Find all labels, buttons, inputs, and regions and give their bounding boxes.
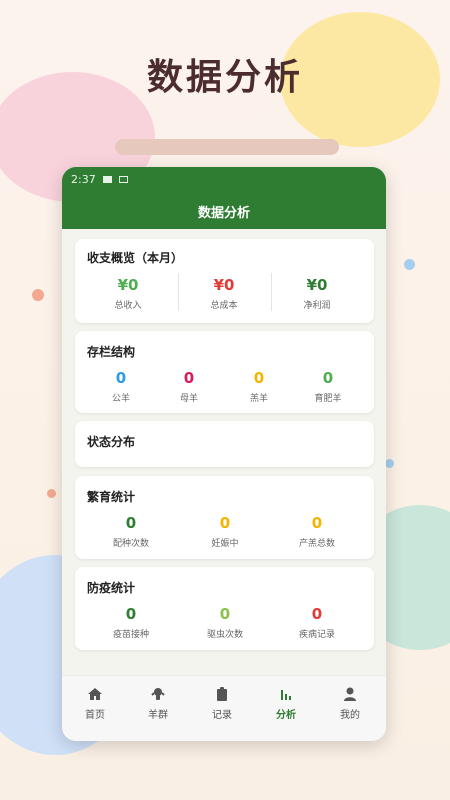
decor-dot — [385, 459, 394, 468]
status-card: 状态分布 — [75, 421, 374, 467]
status-title: 状态分布 — [87, 435, 136, 449]
tab-profile[interactable]: 我的 — [318, 686, 382, 721]
stat-value: 0 — [219, 514, 231, 532]
stat-label: 妊娠中 — [211, 539, 239, 549]
stat-value: ¥0 — [213, 276, 235, 294]
tab-records[interactable]: 记录 — [190, 686, 254, 721]
tab-analysis[interactable]: 分析 — [254, 686, 318, 721]
stat-label: 配种次数 — [112, 539, 149, 549]
stat-value: 0 — [219, 605, 231, 623]
chart-icon — [281, 690, 291, 700]
stat-value: 0 — [322, 369, 334, 387]
tab-label: 记录 — [212, 710, 232, 721]
home-icon — [88, 688, 102, 700]
tab-label: 首页 — [85, 710, 105, 721]
decor-dot — [47, 489, 56, 498]
clipboard-icon — [217, 687, 227, 701]
tab-label: 分析 — [276, 710, 296, 721]
app-bar: 2:37 数据分析 — [62, 167, 386, 229]
stat-value: ¥0 — [117, 276, 139, 294]
stat-label: 净利润 — [303, 301, 331, 311]
stat-value: 0 — [125, 605, 137, 623]
tab-label: 我的 — [340, 710, 360, 721]
phone-screen: 2:37 数据分析 收支概览（本月） ¥0 总收入 ¥0 总成本 ¥0 净利润 — [62, 167, 386, 741]
stat-total-income: ¥0 总收入 — [80, 276, 176, 311]
bottom-tab-bar: 首页 羊群 记录 分析 我的 — [62, 675, 386, 741]
stat-net-profit: ¥0 净利润 — [269, 276, 365, 311]
stock-title: 存栏结构 — [87, 345, 136, 359]
status-time: 2:37 — [71, 173, 96, 186]
app-title: 数据分析 — [197, 206, 250, 221]
stat-mating-count: 0 配种次数 — [83, 514, 179, 549]
stat-value: ¥0 — [306, 276, 328, 294]
tab-label: 羊群 — [148, 710, 168, 721]
stat-lambing-total: 0 产羔总数 — [269, 514, 365, 549]
epidemic-title: 防疫统计 — [87, 581, 136, 595]
income-card: 收支概览（本月） ¥0 总收入 ¥0 总成本 ¥0 净利润 — [75, 239, 374, 323]
stat-label: 疾病记录 — [298, 630, 335, 640]
stat-fattening-sheep: 0 育肥羊 — [280, 369, 376, 404]
promo-title: 数据分析 — [146, 57, 303, 98]
app-notification-icon — [119, 176, 128, 183]
epidemic-card: 防疫统计 0 疫苗接种 0 驱虫次数 0 疾病记录 — [75, 567, 374, 650]
stat-label: 产羔总数 — [298, 539, 335, 549]
stat-value: 0 — [311, 514, 323, 532]
stat-label: 育肥羊 — [314, 394, 342, 404]
phone-hanger-bar — [115, 139, 339, 155]
stock-card: 存栏结构 0 公羊 0 母羊 0 羔羊 0 育肥羊 — [75, 331, 374, 413]
stat-label: 总收入 — [114, 301, 142, 311]
breeding-card: 繁育统计 0 配种次数 0 妊娠中 0 产羔总数 — [75, 476, 374, 559]
stat-pregnant: 0 妊娠中 — [177, 514, 273, 549]
decor-dot — [404, 259, 415, 270]
tab-home[interactable]: 首页 — [63, 686, 127, 721]
stat-label: 疫苗接种 — [112, 630, 149, 640]
person-icon — [344, 687, 356, 701]
stat-value: 0 — [311, 605, 323, 623]
tab-flock[interactable]: 羊群 — [126, 686, 190, 721]
stat-value: 0 — [125, 514, 137, 532]
sheep-icon — [151, 688, 165, 700]
stat-label: 驱虫次数 — [206, 630, 243, 640]
image-notification-icon — [103, 176, 112, 183]
breeding-title: 繁育统计 — [87, 490, 136, 504]
stat-vaccination: 0 疫苗接种 — [83, 605, 179, 640]
stat-deworming: 0 驱虫次数 — [177, 605, 273, 640]
income-title: 收支概览（本月） — [87, 251, 184, 265]
stat-label: 总成本 — [210, 301, 238, 311]
stat-disease-records: 0 疾病记录 — [269, 605, 365, 640]
stat-total-cost: ¥0 总成本 — [176, 276, 272, 311]
decor-dot — [32, 289, 44, 301]
